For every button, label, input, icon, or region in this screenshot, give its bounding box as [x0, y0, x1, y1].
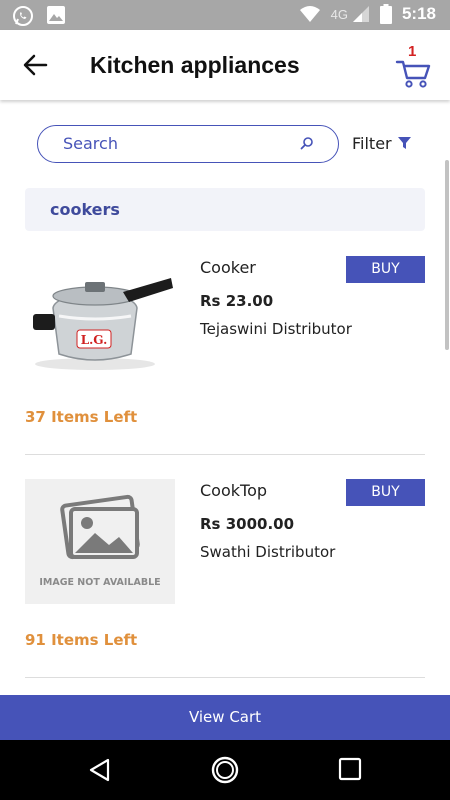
wifi-icon — [299, 6, 320, 22]
items-left-count: 91 Items Left — [25, 631, 138, 649]
cart-icon[interactable] — [395, 48, 431, 88]
buy-button[interactable]: BUY — [346, 256, 425, 283]
whatsapp-icon — [13, 6, 33, 26]
app-bar: Kitchen appliances 1 — [0, 30, 450, 100]
product-price: Rs 3000.00 — [200, 515, 295, 533]
nav-back-icon[interactable] — [86, 756, 114, 784]
signal-icon — [352, 6, 369, 22]
pressure-cooker-image[interactable]: L.G. — [25, 256, 175, 381]
back-arrow-icon[interactable] — [22, 52, 48, 78]
status-time: 5:18 — [401, 4, 436, 23]
category-header: cookers — [25, 188, 425, 231]
product-price: Rs 23.00 — [200, 292, 274, 310]
filter-icon — [397, 137, 411, 149]
search-input[interactable] — [63, 134, 283, 153]
product-card: L.G. Cooker Rs 23.00 Tejaswini Distribut… — [25, 256, 425, 478]
category-label: cookers — [50, 200, 120, 219]
battery-icon — [379, 4, 392, 24]
product-distributor: Tejaswini Distributor — [200, 320, 352, 338]
search-icon[interactable] — [300, 136, 314, 150]
image-icon — [47, 6, 65, 24]
divider — [25, 454, 425, 455]
search-box[interactable] — [37, 125, 339, 163]
status-bar: 4G 5:18 — [0, 0, 450, 30]
system-nav-bar — [0, 740, 450, 800]
product-name: Cooker — [200, 258, 256, 277]
nav-recent-apps-icon[interactable] — [338, 757, 362, 781]
image-placeholder[interactable]: IMAGE NOT AVAILABLE — [25, 479, 175, 604]
image-not-available-text: IMAGE NOT AVAILABLE — [39, 577, 160, 588]
buy-button[interactable]: BUY — [346, 479, 425, 506]
divider — [25, 677, 425, 678]
items-left-count: 37 Items Left — [25, 408, 138, 426]
product-name: CookTop — [200, 481, 268, 500]
scrollbar[interactable] — [445, 160, 449, 350]
network-type: 4G — [330, 6, 348, 22]
page-title: Kitchen appliances — [90, 52, 300, 78]
view-cart-button[interactable]: View Cart — [0, 695, 450, 740]
filter-label: Filter — [352, 134, 392, 153]
nav-home-icon[interactable] — [210, 755, 240, 785]
filter-button[interactable]: Filter — [352, 134, 411, 153]
product-card: IMAGE NOT AVAILABLE CookTop Rs 3000.00 S… — [25, 479, 425, 701]
product-distributor: Swathi Distributor — [200, 543, 336, 561]
image-brand-text: L.G. — [81, 333, 108, 347]
